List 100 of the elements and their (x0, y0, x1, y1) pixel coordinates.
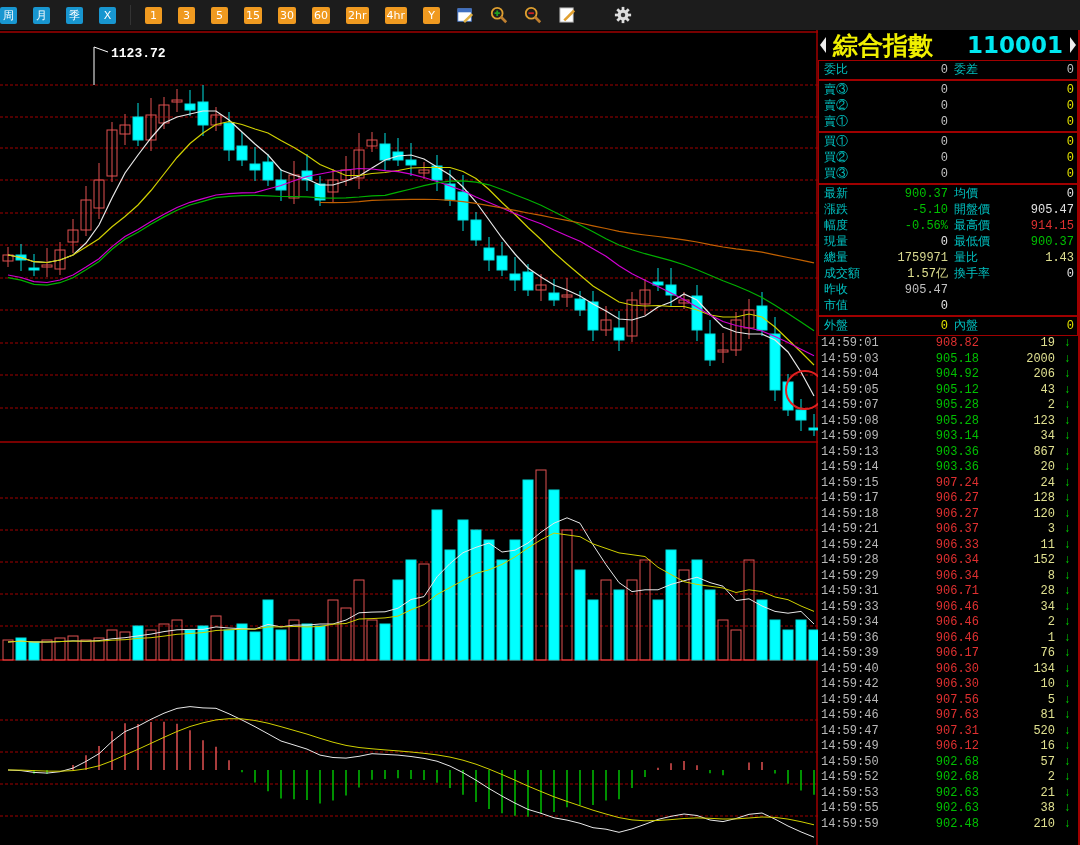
tick-arrow: ↓ (1062, 522, 1071, 538)
tick-price: 905.28 (934, 413, 979, 429)
tick-time: 14:59:14 (821, 460, 880, 476)
tick-price: 904.92 (934, 367, 979, 383)
tick-volume: 2 (1046, 398, 1055, 414)
tick-volume: 16 (1039, 739, 1055, 755)
tick-price: 906.12 (934, 739, 979, 755)
tick-price: 906.27 (934, 491, 979, 507)
tick-volume: 57 (1039, 754, 1055, 770)
quote-value: 0 (1066, 167, 1074, 181)
quote-label: 市值 (823, 298, 849, 314)
tick-time: 14:59:46 (821, 708, 880, 724)
period-button[interactable]: X (99, 6, 116, 24)
tick-arrow: ↓ (1062, 770, 1071, 786)
quote-value: -0.56% (904, 219, 948, 233)
tick-volume: 11 (1039, 537, 1055, 553)
tick-time: 14:59:53 (821, 785, 880, 801)
index-code: 110001 (965, 32, 1063, 58)
tick-volume: 76 (1039, 646, 1055, 662)
tick-price: 902.63 (934, 785, 979, 801)
quote-value: 0 (1066, 83, 1074, 97)
quote-label: 買② (823, 150, 849, 166)
quote-label: 均價 (954, 187, 978, 201)
period-button[interactable]: 1 (145, 6, 162, 24)
tick-volume: 520 (1032, 723, 1055, 739)
tick-time: 14:59:50 (821, 754, 880, 770)
tick-price: 902.68 (934, 754, 979, 770)
quote-label: 量比 (954, 251, 978, 265)
period-button[interactable]: 30 (278, 6, 296, 24)
tick-price: 907.24 (934, 475, 979, 491)
tick-time: 14:59:42 (821, 677, 880, 693)
tick-price: 906.17 (934, 646, 979, 662)
tick-price: 906.27 (934, 506, 979, 522)
tick-arrow: ↓ (1062, 537, 1071, 553)
tick-arrow: ↓ (1062, 692, 1071, 708)
tick-price: 906.30 (934, 661, 979, 677)
period-button[interactable]: 周 (0, 6, 17, 24)
tick-price: 905.28 (934, 398, 979, 414)
tick-price: 902.68 (934, 770, 979, 786)
tick-arrow: ↓ (1062, 661, 1071, 677)
period-button[interactable]: 60 (312, 6, 330, 24)
tick-arrow: ↓ (1062, 398, 1071, 414)
period-button[interactable]: Y (423, 6, 440, 24)
quote-value: 900.37 (904, 187, 948, 201)
period-button[interactable]: 15 (244, 6, 262, 24)
tick-volume: 1 (1046, 630, 1055, 646)
quote-label: 賣② (823, 98, 849, 114)
tick-time: 14:59:05 (821, 382, 880, 398)
period-button[interactable]: 季 (66, 6, 83, 24)
quote-value: 0 (940, 135, 948, 149)
quote-label: 總量 (823, 250, 849, 266)
tick-volume: 24 (1039, 475, 1055, 491)
period-button[interactable]: 月 (33, 6, 50, 24)
tick-time: 14:59:21 (821, 522, 880, 538)
tick-price: 906.34 (934, 568, 979, 584)
quote-label: 委差 (954, 63, 978, 77)
tick-time: 14:59:33 (821, 599, 880, 615)
quote-label: 開盤價 (954, 203, 990, 217)
tick-arrow: ↓ (1062, 351, 1071, 367)
tick-arrow: ↓ (1062, 336, 1071, 352)
tick-volume: 28 (1039, 584, 1055, 600)
tick-time: 14:59:49 (821, 739, 880, 755)
quote-value: 0 (1066, 319, 1074, 333)
tick-price: 906.34 (934, 553, 979, 569)
quote-value: 0 (1066, 115, 1074, 129)
quote-label: 最高價 (954, 219, 990, 233)
tick-volume: 21 (1039, 785, 1055, 801)
tick-price: 906.46 (934, 599, 979, 615)
period-button[interactable]: 2hr (346, 6, 369, 24)
quote-value: 0 (940, 99, 948, 113)
tick-arrow: ↓ (1062, 785, 1071, 801)
period-button[interactable]: 4hr (384, 6, 407, 24)
tick-arrow: ↓ (1062, 723, 1071, 739)
quote-value: 0 (940, 167, 948, 181)
tick-time: 14:59:47 (821, 723, 880, 739)
tick-volume: 19 (1039, 336, 1055, 352)
tick-arrow: ↓ (1062, 553, 1071, 569)
quote-label: 幅度 (823, 218, 849, 234)
quote-label: 賣③ (823, 82, 849, 98)
tick-volume: 20 (1039, 460, 1055, 476)
tick-time: 14:59:18 (821, 506, 880, 522)
tick-volume: 8 (1046, 568, 1055, 584)
tick-arrow: ↓ (1062, 615, 1071, 631)
tick-price: 906.37 (934, 522, 979, 538)
tick-volume: 128 (1032, 491, 1055, 507)
tick-time: 14:59:08 (821, 413, 880, 429)
tick-price: 906.71 (934, 584, 979, 600)
quote-value: 0 (1066, 63, 1074, 77)
tick-time: 14:59:39 (821, 646, 880, 662)
high-price-label: 1123.72 (111, 46, 166, 61)
tick-time: 14:59:31 (821, 584, 880, 600)
period-button[interactable]: 3 (178, 6, 195, 24)
tick-price: 907.63 (934, 708, 979, 724)
tick-volume: 5 (1046, 692, 1055, 708)
tick-arrow: ↓ (1062, 460, 1071, 476)
period-button[interactable]: 5 (211, 6, 228, 24)
tick-arrow: ↓ (1062, 646, 1071, 662)
quote-value: 0 (1066, 187, 1074, 201)
quote-label: 現量 (823, 234, 849, 250)
quote-label: 漲跌 (823, 202, 849, 218)
